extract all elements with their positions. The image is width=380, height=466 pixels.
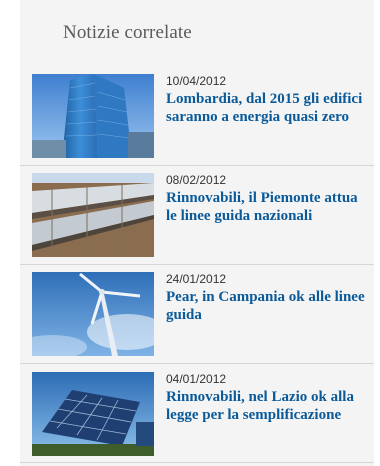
divider [20,165,374,166]
related-news-widget: Notizie correlate 10/04/2012 Lombardia, … [20,0,374,466]
news-thumbnail-solar-panels[interactable] [32,372,154,456]
news-title-link[interactable]: Lombardia, dal 2015 gli edifici saranno … [166,90,370,126]
news-item[interactable]: 24/01/2012 Pear, in Campania ok alle lin… [20,266,374,364]
news-title-link[interactable]: Rinnovabili, il Piemonte attua le linee … [166,189,370,225]
news-date: 10/04/2012 [166,74,227,88]
news-date: 24/01/2012 [166,272,227,286]
news-thumbnail-wind-turbine[interactable] [32,272,154,356]
divider [20,363,374,364]
divider [20,462,374,463]
news-title-link[interactable]: Pear, in Campania ok alle linee guida [166,288,370,324]
news-item[interactable]: 10/04/2012 Lombardia, dal 2015 gli edifi… [20,68,374,166]
news-item[interactable]: 04/01/2012 Rinnovabili, nel Lazio ok all… [20,366,374,464]
divider [20,264,374,265]
news-date: 04/01/2012 [166,372,227,386]
news-title-link[interactable]: Rinnovabili, nel Lazio ok alla legge per… [166,388,370,424]
news-thumbnail-solar-trough-mirrors[interactable] [32,173,154,257]
news-date: 08/02/2012 [166,173,227,187]
news-item[interactable]: 08/02/2012 Rinnovabili, il Piemonte attu… [20,167,374,265]
related-news-heading: Notizie correlate [63,22,192,43]
news-thumbnail-glass-office-building[interactable] [32,74,154,158]
